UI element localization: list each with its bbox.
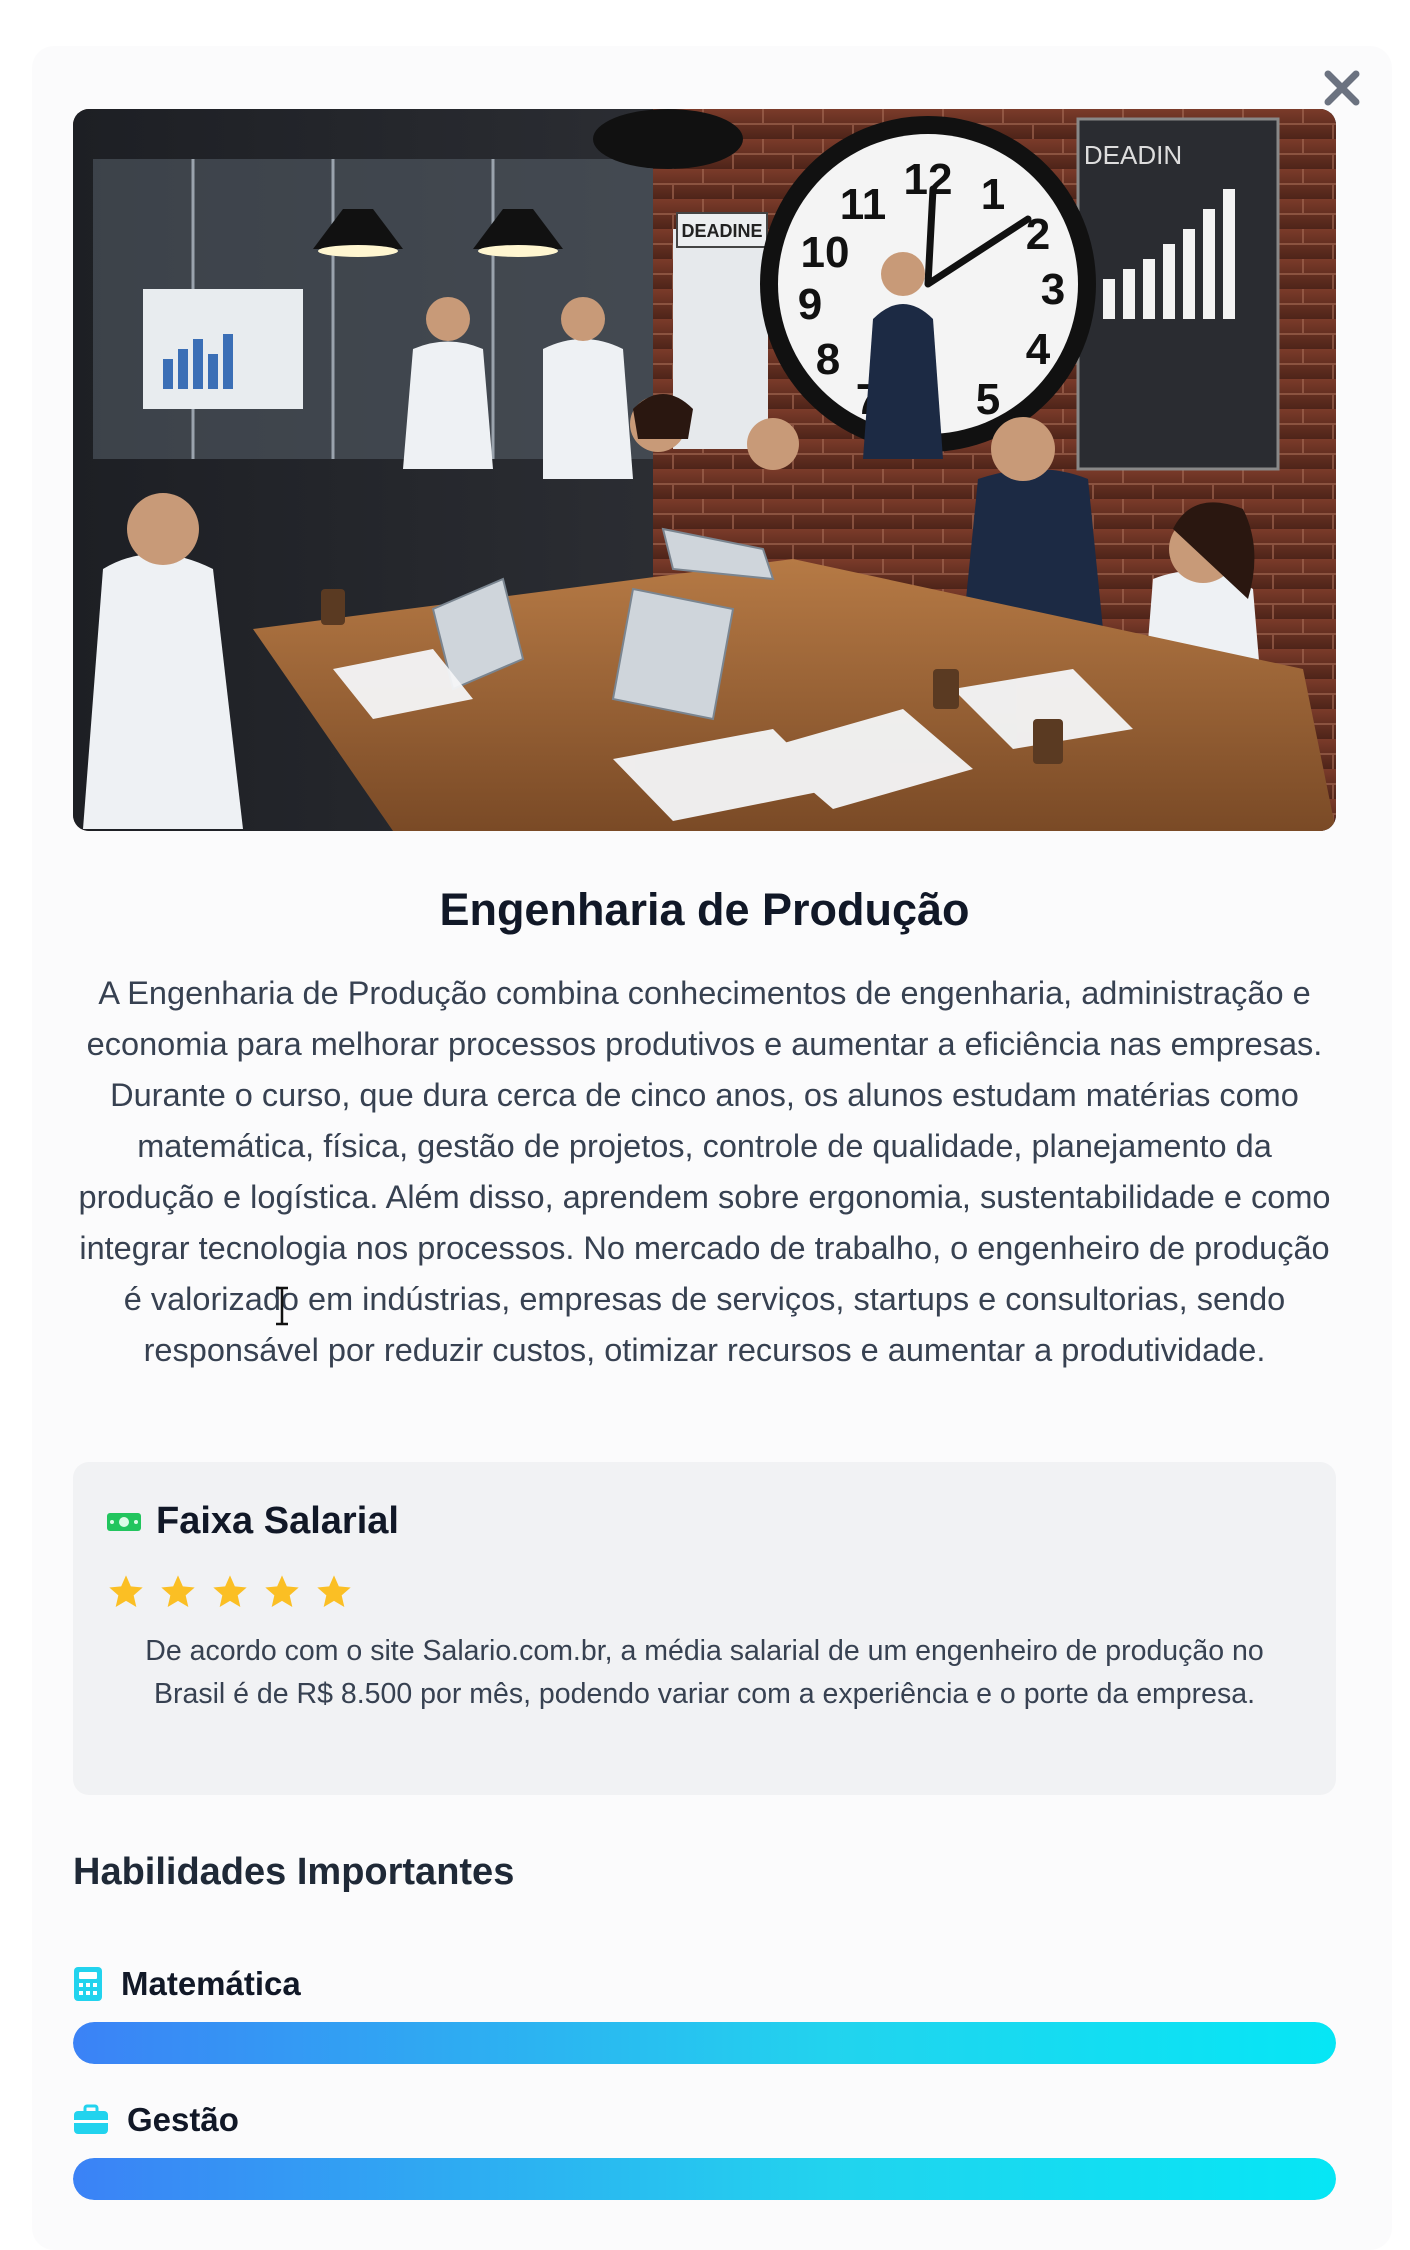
svg-text:8: 8 [816,335,840,384]
page-title: Engenharia de Produção [439,884,970,935]
calculator-icon [74,1967,102,2001]
salary-rating [106,1572,354,1612]
text-cursor-icon [276,1286,288,1326]
money-bill-icon [107,1512,141,1531]
svg-text:12: 12 [904,155,953,204]
skills-title: Habilidades Importantes [73,1851,515,1893]
svg-text:5: 5 [976,375,1000,424]
career-modal: DEADINE DEADIN 12 1 2 3 4 5 6 7 8 9 10 1… [32,46,1392,2250]
salary-header: Faixa Salarial [106,1500,399,1543]
close-icon [1324,70,1360,106]
star-icon [265,1575,299,1607]
star-icon [161,1575,195,1607]
svg-text:11: 11 [840,180,887,229]
skill-name: Gestão [127,2101,239,2138]
svg-text:DEADINE: DEADINE [681,221,762,241]
briefcase-icon [74,2104,108,2134]
skill-bar-fill [73,2158,1336,2200]
salary-card: Faixa Salarial De acordo com o site Sala… [73,1462,1336,1795]
star-icon [317,1575,351,1607]
skill-item-matematica: Matemática [73,1964,1336,2064]
svg-text:4: 4 [1026,325,1051,374]
svg-text:10: 10 [801,228,850,277]
svg-text:1: 1 [981,170,1005,219]
skill-bar [73,2158,1336,2200]
skill-name: Matemática [121,1965,301,2002]
deadline-sign-right: DEADIN [1084,140,1182,170]
skill-bar [73,2022,1336,2064]
course-description: A Engenharia de Produção combina conheci… [78,975,1331,1368]
star-icon [109,1575,143,1607]
salary-description: De acordo com o site Salario.com.br, a m… [145,1635,1264,1710]
skill-bar-fill [73,2022,1336,2064]
svg-text:3: 3 [1041,265,1065,314]
skill-item-gestao: Gestão [73,2100,1336,2200]
svg-text:9: 9 [798,280,822,329]
salary-title: Faixa Salarial [156,1500,399,1542]
star-icon [213,1575,247,1607]
deadline-sign-left: DEADINE [676,212,768,248]
hero-image: DEADINE DEADIN 12 1 2 3 4 5 6 7 8 9 10 1… [73,109,1336,831]
close-button[interactable] [1314,60,1370,116]
